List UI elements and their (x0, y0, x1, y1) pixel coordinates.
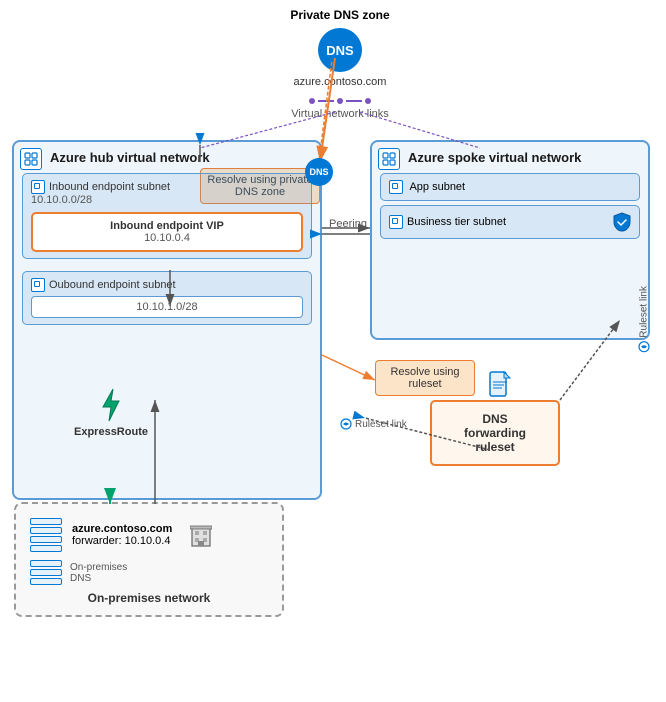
dns-circle-top: DNS (318, 28, 362, 72)
outbound-subnet-title: Oubound endpoint subnet (49, 279, 176, 291)
ruleset-link-bottom-label: Ruleset link (355, 419, 407, 430)
on-premises-dns-servers-icon (30, 560, 62, 585)
hub-dns-circle: DNS (305, 158, 333, 186)
peering-label: Peering (328, 218, 368, 230)
ruleset-link-right-section: Ruleset link (638, 286, 650, 353)
diagram-container: Private DNS zone DNS azure.contoso.com V… (0, 0, 666, 702)
vip-title: Inbound endpoint VIP (41, 220, 293, 232)
outbound-subnet-icon (31, 278, 45, 292)
ruleset-link-right-label: Ruleset link (639, 286, 650, 338)
dns-forwarder-info: azure.contoso.com forwarder: 10.10.0.4 (72, 523, 172, 547)
forwarder-domain: azure.contoso.com (72, 523, 172, 535)
inbound-subnet-cidr: 10.10.0.0/28 (31, 194, 303, 206)
spoke-vnet-icon (378, 148, 400, 170)
vnet-links-label: Virtual network links (270, 108, 410, 120)
dns-forwarding-ruleset-label: DNS forwarding ruleset (440, 412, 550, 454)
dns-ruleset-line2: forwarding (440, 426, 550, 440)
dns-ruleset-line3: ruleset (440, 440, 550, 454)
expressroute-label: ExpressRoute (74, 426, 148, 438)
vip-box: Inbound endpoint VIP 10.10.0.4 (31, 212, 303, 252)
resolve-ruleset-label: Resolve using ruleset (375, 360, 475, 396)
dns-doc-icon (488, 370, 512, 401)
on-premises-dns-row: On-premisesDNS (30, 560, 268, 585)
inbound-subnet-box: Inbound endpoint subnet 10.10.0.0/28 Inb… (22, 173, 312, 259)
spoke-vnet-box: Azure spoke virtual network App subnet B… (370, 140, 650, 340)
hub-vnet-title: Azure hub virtual network (50, 150, 312, 165)
expressroute-section: ExpressRoute (74, 387, 148, 438)
forwarder-ip: forwarder: 10.10.0.4 (72, 535, 172, 547)
inbound-subnet-title: Inbound endpoint subnet (49, 181, 170, 193)
hub-vnet-icon (20, 148, 42, 170)
business-subnet-label: Business tier subnet (407, 216, 506, 228)
on-premises-content: azure.contoso.com forwarder: 10.10.0.4 (30, 518, 268, 552)
ruleset-link-bottom: Ruleset link (340, 418, 407, 430)
dns-forwarding-ruleset-box: DNS forwarding ruleset (430, 400, 560, 466)
business-subnet-box: Business tier subnet (380, 205, 640, 239)
hub-vnet-box: Azure hub virtual network Inbound endpoi… (12, 140, 322, 500)
dns-domain-label: azure.contoso.com (270, 76, 410, 88)
ruleset-link-bottom-icon (340, 418, 352, 430)
private-dns-zone-section: Private DNS zone DNS azure.contoso.com V… (270, 8, 410, 120)
on-premises-network-label: On-premises network (30, 591, 268, 605)
on-premises-dns-label: On-premisesDNS (70, 562, 127, 584)
on-premises-box: azure.contoso.com forwarder: 10.10.0.4 (14, 502, 284, 617)
business-subnet-icon (389, 215, 403, 229)
outbound-ip: 10.10.1.0/28 (136, 301, 197, 313)
building-icon (190, 523, 212, 547)
inbound-subnet-icon (31, 180, 45, 194)
outbound-ip-box: 10.10.1.0/28 (31, 296, 303, 318)
vip-ip: 10.10.0.4 (41, 232, 293, 244)
on-premises-servers-icon (30, 518, 62, 552)
outbound-subnet-box: Oubound endpoint subnet 10.10.1.0/28 (22, 271, 312, 325)
app-subnet-icon (389, 180, 403, 194)
expressroute-icon (95, 387, 127, 423)
app-subnet-box: App subnet (380, 173, 640, 201)
ruleset-link-right-icon (638, 341, 650, 353)
spoke-vnet-title: Azure spoke virtual network (408, 150, 640, 165)
app-subnet-label: App subnet (409, 181, 465, 193)
vnet-links-icon (270, 98, 410, 104)
dns-ruleset-line1: DNS (440, 412, 550, 426)
shield-icon (613, 212, 631, 232)
private-dns-zone-label: Private DNS zone (270, 8, 410, 22)
